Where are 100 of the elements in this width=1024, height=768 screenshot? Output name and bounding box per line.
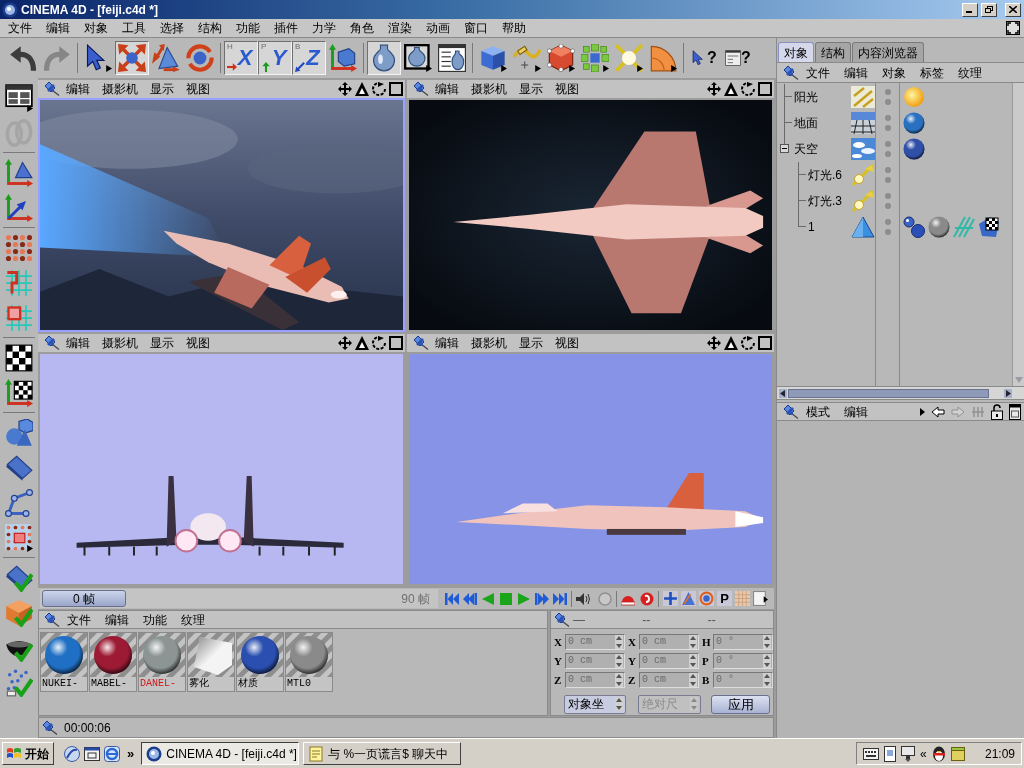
material-tile[interactable]: 材质 — [236, 632, 284, 692]
document-icon[interactable] — [884, 745, 896, 762]
scale-key-icon[interactable] — [681, 591, 696, 606]
object-name[interactable]: 阳光 — [793, 90, 851, 104]
layout-window-icon[interactable] — [5, 83, 33, 112]
move-view-icon[interactable] — [338, 336, 352, 350]
menu-item[interactable]: 摄影机 — [465, 336, 513, 350]
box-icon[interactable] — [950, 746, 965, 761]
menu-item[interactable]: 窗口 — [457, 21, 495, 35]
expand-arrow-icon[interactable] — [920, 407, 925, 416]
object-name[interactable]: 天空 — [793, 142, 851, 156]
speaker-icon[interactable] — [576, 591, 590, 606]
menu-item[interactable]: 编辑 — [837, 65, 875, 80]
menu-item[interactable]: 编辑 — [429, 336, 465, 350]
triangle-object-icon[interactable] — [851, 216, 875, 238]
swoosh-circle-icon[interactable] — [64, 745, 80, 762]
menu-item[interactable]: 结构 — [191, 21, 229, 35]
pushpin-icon[interactable] — [783, 404, 799, 419]
desktop-window-icon[interactable] — [84, 745, 100, 762]
taskbar-button[interactable]: 与 %一页谎言$ 聊天中 — [303, 742, 462, 765]
parameter-key-button[interactable]: P — [717, 591, 732, 606]
visibility-dot-icon[interactable] — [884, 99, 891, 105]
point-selection-icon[interactable] — [5, 523, 33, 552]
menu-item[interactable]: 显示 — [513, 336, 549, 350]
render-view-button[interactable] — [367, 41, 401, 75]
menu-item[interactable]: 编辑 — [39, 21, 77, 35]
menu-item[interactable]: 视图 — [549, 336, 585, 350]
rotate-view-icon[interactable] — [741, 336, 755, 350]
triangle-icon[interactable] — [355, 82, 369, 96]
restore-button[interactable] — [981, 2, 997, 17]
menu-item[interactable]: 工具 — [115, 21, 153, 35]
menu-item[interactable]: 显示 — [144, 336, 180, 350]
previous-key-icon[interactable] — [463, 591, 477, 606]
apply-button[interactable]: 应用 — [711, 694, 770, 714]
pushpin-icon[interactable] — [413, 82, 429, 96]
coordinate-system-button[interactable] — [326, 41, 360, 75]
visibility-dot-icon[interactable] — [884, 89, 891, 95]
time-slider-handle[interactable]: 0 帧 — [42, 590, 126, 607]
visibility-dot-icon[interactable] — [884, 177, 891, 183]
menu-item[interactable]: 编辑 — [837, 404, 875, 419]
visibility-dot-icon[interactable] — [884, 115, 891, 121]
move-key-icon[interactable] — [663, 591, 678, 606]
molecule-tag-icon[interactable] — [903, 216, 925, 238]
menu-item[interactable]: 插件 — [267, 21, 305, 35]
close-button[interactable] — [1005, 2, 1021, 17]
back-arrow-icon[interactable] — [931, 405, 945, 418]
triangle-icon[interactable] — [724, 336, 738, 350]
square-icon[interactable] — [758, 336, 772, 350]
rotate-view-icon[interactable] — [372, 82, 386, 96]
menu-item[interactable]: 摄影机 — [465, 82, 513, 96]
keyboard-icon[interactable] — [863, 747, 879, 760]
scale-tool-button[interactable] — [149, 41, 183, 75]
object-name[interactable]: 地面 — [793, 116, 851, 130]
menu-item[interactable]: 对象 — [875, 65, 913, 80]
material-tile[interactable]: 雾化 — [187, 632, 235, 692]
menu-item[interactable]: 标签 — [913, 65, 951, 80]
square-icon[interactable] — [389, 82, 403, 96]
monitor-icon[interactable] — [901, 745, 915, 762]
visibility-dot-icon[interactable] — [884, 167, 891, 173]
help-window-button[interactable]: ? — [721, 41, 755, 75]
polygon-grid-icon[interactable] — [5, 303, 33, 332]
visibility-dot-icon[interactable] — [884, 193, 891, 199]
axis-pyramid-icon[interactable] — [5, 158, 33, 187]
checkerboard-icon[interactable] — [5, 343, 33, 372]
axis-arrows-icon[interactable] — [5, 193, 33, 222]
menu-item[interactable]: 功能 — [136, 612, 174, 627]
horizontal-scrollbar[interactable] — [777, 387, 1024, 400]
axis-checkerboard-icon[interactable] — [5, 378, 33, 407]
menu-item[interactable]: 帮助 — [495, 21, 533, 35]
pushpin-icon[interactable] — [783, 65, 799, 80]
rotate-view-icon[interactable] — [741, 82, 755, 96]
dot-grid-icon[interactable] — [5, 233, 33, 262]
menu-item[interactable]: 动画 — [419, 21, 457, 35]
x-axis-button[interactable]: H X — [224, 41, 258, 75]
scrollbar-thumb[interactable] — [788, 388, 989, 398]
bone-joints-icon[interactable] — [5, 488, 33, 517]
scroll-left-arrow-icon[interactable] — [779, 388, 787, 398]
next-key-icon[interactable] — [535, 591, 549, 606]
render-picture-button[interactable] — [401, 41, 435, 75]
collapse-icon[interactable] — [780, 144, 789, 153]
overflow-chevron[interactable]: » — [124, 746, 138, 761]
pushpin-icon[interactable] — [413, 336, 429, 350]
menu-item[interactable]: 模式 — [799, 404, 837, 419]
pushpin-icon[interactable] — [44, 336, 60, 350]
material-tile[interactable]: NUKEI- — [40, 632, 88, 692]
menu-item[interactable]: 文件 — [799, 65, 837, 80]
auto-key-icon[interactable] — [640, 591, 654, 606]
primitive-shapes-icon[interactable] — [5, 418, 33, 447]
menu-item[interactable]: 显示 — [144, 82, 180, 96]
tab[interactable]: 结构 — [815, 42, 851, 62]
menu-item[interactable]: 编辑 — [60, 82, 96, 96]
menu-item[interactable]: 文件 — [1, 21, 39, 35]
material-tile[interactable]: MABEL- — [89, 632, 137, 692]
tab[interactable]: 对象 — [778, 42, 814, 62]
move-view-icon[interactable] — [338, 82, 352, 96]
render-settings-button[interactable] — [435, 41, 469, 75]
menu-item[interactable]: 选择 — [153, 21, 191, 35]
deformer-button[interactable] — [612, 41, 646, 75]
tab[interactable]: 内容浏览器 — [852, 42, 924, 62]
scroll-right-arrow-icon[interactable] — [1004, 388, 1012, 398]
